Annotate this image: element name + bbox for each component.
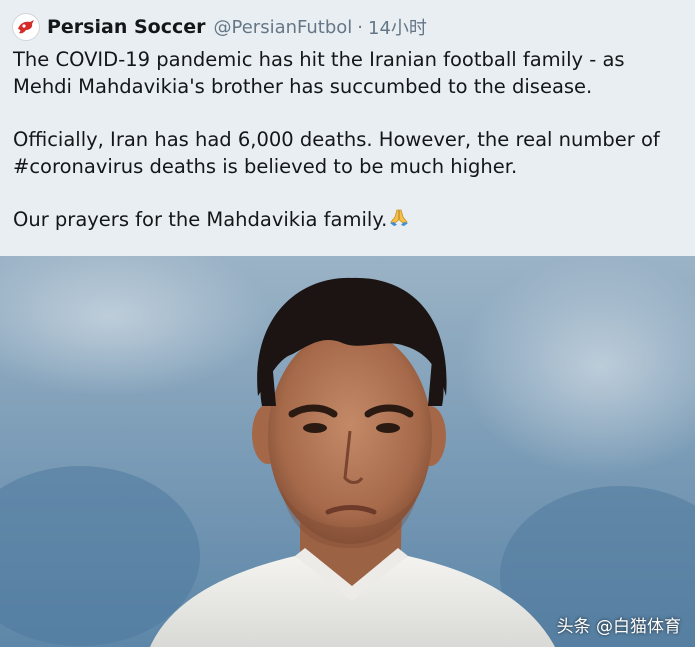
tweet-card[interactable]: Persian Soccer @PersianFutbol · 14小时 The… [0,0,695,647]
avatar[interactable] [12,13,40,41]
tweet-paragraph-text: Our prayers for the Mahdavikia family. [13,208,388,231]
tweet-photo[interactable]: 头条 @白猫体育 [0,256,695,647]
tweet-paragraph: Officially, Iran has had 6,000 deaths. H… [13,128,660,178]
tweet-paragraph: The COVID-19 pandemic has hit the Irania… [13,48,625,98]
timestamp[interactable]: 14小时 [368,14,427,40]
folded-hands-icon [388,207,410,236]
user-handle[interactable]: @PersianFutbol [214,17,353,38]
tweet-header: Persian Soccer @PersianFutbol · 14小时 [12,12,427,42]
tweet-text: The COVID-19 pandemic has hit the Irania… [13,46,683,236]
header-separator: · [357,16,364,38]
photo-watermark: 头条 @白猫体育 [556,617,681,637]
display-name[interactable]: Persian Soccer [47,16,206,38]
persian-soccer-logo-icon [18,20,34,34]
player-portrait-photo [0,256,695,647]
tweet-paragraph-last: Our prayers for the Mahdavikia family. [13,206,683,236]
